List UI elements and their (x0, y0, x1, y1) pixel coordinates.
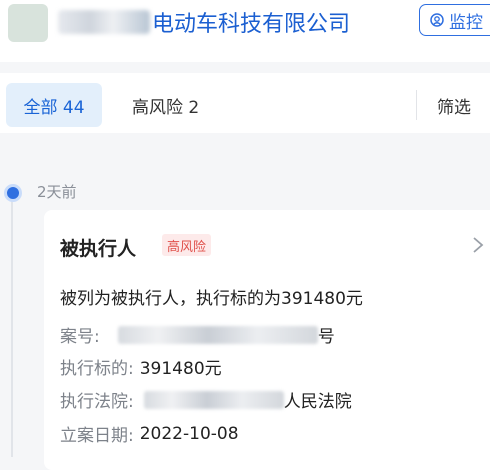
filing-date-label: 立案日期: (60, 426, 134, 446)
court-label: 执行法院: (60, 392, 134, 412)
time-label: 2天前 (37, 183, 77, 201)
court-row: 执行法院: 人民法院 (60, 387, 352, 412)
amount-label: 执行标的: (60, 359, 134, 379)
company-logo (8, 4, 48, 42)
timeline-line (11, 197, 13, 457)
event-card[interactable]: 被执行人 高风险 被列为被执行人，执行标的为391480元 案号: 号 执行标的… (44, 210, 490, 470)
filing-date-value: 2022-10-08 (139, 423, 239, 444)
header: 电动车科技有限公司 监控 (0, 0, 490, 62)
card-summary: 被列为被执行人，执行标的为391480元 (60, 289, 363, 309)
company-name[interactable]: 电动车科技有限公司 (152, 6, 350, 38)
card-title: 被执行人 (60, 238, 137, 260)
amount-value: 391480元 (139, 359, 222, 379)
case-number-label: 案号: (60, 327, 100, 347)
amount-row: 执行标的: 391480元 (60, 354, 222, 379)
monitor-label: 监控 (449, 12, 483, 33)
company-name-redacted (58, 10, 150, 34)
tab-all[interactable]: 全部 44 (6, 83, 102, 127)
filing-date-row: 立案日期: 2022-10-08 (60, 421, 239, 447)
court-redacted (143, 390, 284, 409)
chevron-right-icon[interactable] (472, 236, 484, 254)
case-number-suffix: 号 (317, 327, 335, 347)
case-number-row: 案号: 号 (60, 322, 335, 347)
case-number-redacted (117, 325, 318, 344)
risk-badge: 高风险 (162, 234, 212, 256)
filter-bar: 全部 44 高风险 2 筛选 (0, 73, 490, 133)
monitor-button[interactable]: 监控 (419, 4, 490, 36)
tab-high-risk[interactable]: 高风险 2 (120, 83, 211, 127)
timeline-dot (4, 184, 22, 202)
divider (416, 90, 417, 120)
monitor-icon (430, 13, 444, 27)
court-suffix: 人民法院 (283, 392, 352, 412)
filter-button[interactable]: 筛选 (437, 83, 471, 127)
